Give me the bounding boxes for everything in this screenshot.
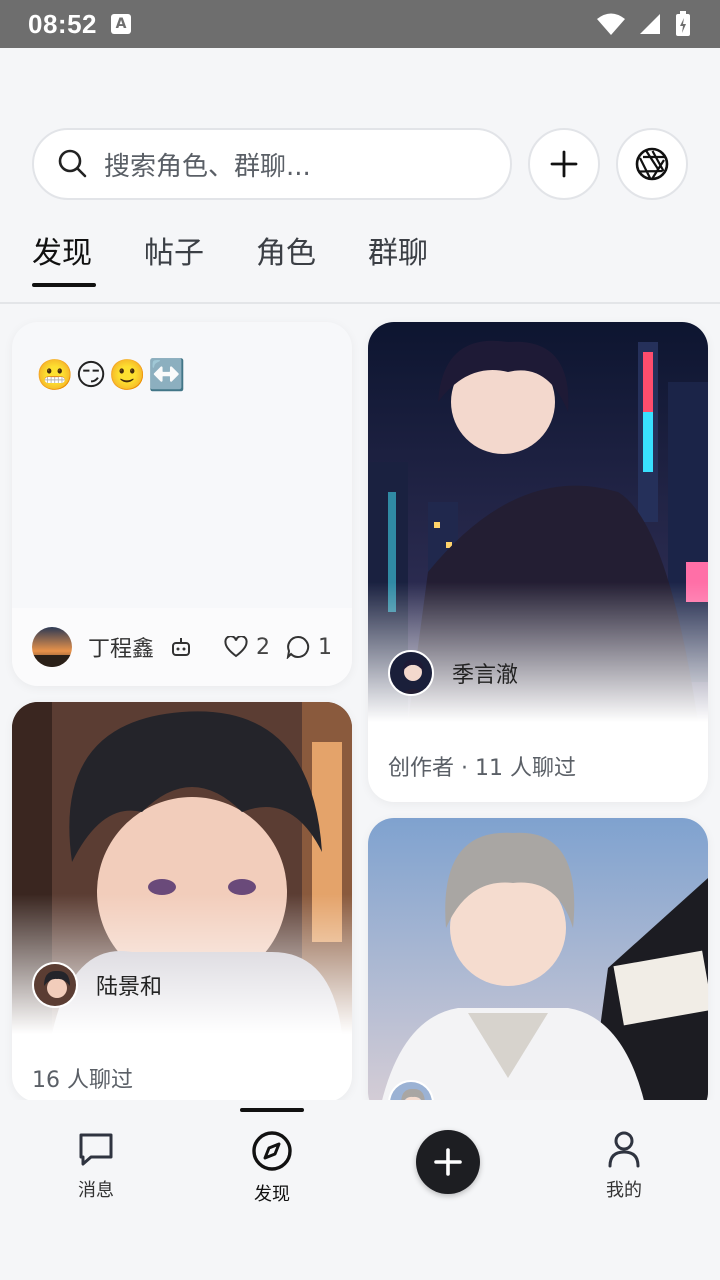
nav-profile-label: 我的 <box>606 1180 642 1201</box>
active-tab-indicator <box>32 283 96 287</box>
search-input[interactable]: 搜索角色、群聊... <box>32 128 512 200</box>
like-button[interactable]: 2 <box>224 635 270 660</box>
active-nav-indicator <box>240 1108 304 1112</box>
avatar <box>32 962 78 1008</box>
character-meta: 创作者 · 11 人聊过 <box>388 756 576 781</box>
nav-profile[interactable]: 我的 <box>574 1130 674 1202</box>
emoji-smile: 🙂 <box>108 358 146 393</box>
avatar <box>388 650 434 696</box>
nav-discover-label: 发现 <box>254 1184 290 1205</box>
post-emoji-content: 😬 😏 🙂 ↔️ <box>36 358 185 393</box>
keyboard-a-icon: A <box>111 14 131 34</box>
battery-charging-icon <box>676 11 690 36</box>
tab-group-chats[interactable]: 群聊 <box>368 228 428 272</box>
plus-icon <box>434 1148 462 1176</box>
nav-discover[interactable]: 发现 <box>222 1130 322 1206</box>
nav-messages-label: 消息 <box>78 1180 114 1201</box>
chat-bubble-icon <box>79 1133 113 1166</box>
user-icon <box>608 1131 640 1168</box>
tab-discover[interactable]: 发现 <box>32 228 92 272</box>
cell-signal-icon <box>640 14 660 34</box>
emoji-smirk: 😏 <box>75 358 107 393</box>
status-bar: 08:52 A <box>0 0 720 48</box>
post-footer: 丁程鑫 2 1 <box>12 608 352 686</box>
compass-icon <box>252 1131 292 1171</box>
emoji-grimace: 😬 <box>36 358 74 393</box>
category-tabs: 发现 帖子 角色 群聊 <box>0 220 720 304</box>
bottom-navigation: 消息 发现 我的 <box>0 1100 720 1280</box>
tab-posts[interactable]: 帖子 <box>144 228 204 272</box>
character-meta: 16 人聊过 <box>32 1068 133 1093</box>
search-icon <box>58 149 87 178</box>
comment-icon <box>286 635 310 659</box>
character-card[interactable]: 季言澈 创作者 · 11 人聊过 <box>368 322 708 802</box>
bot-icon <box>172 638 191 656</box>
post-card[interactable]: 😬 😏 🙂 ↔️ 丁程鑫 2 1 <box>12 322 352 686</box>
wifi-icon <box>597 13 625 35</box>
heart-icon <box>224 636 248 658</box>
character-name: 陆景和 <box>96 975 163 1000</box>
like-count: 2 <box>256 634 270 660</box>
search-placeholder: 搜索角色、群聊... <box>104 151 311 182</box>
tab-characters[interactable]: 角色 <box>256 228 316 272</box>
character-card[interactable] <box>368 818 708 1118</box>
add-button[interactable] <box>528 128 600 200</box>
character-info: 陆景和 <box>32 962 162 1008</box>
status-icons <box>596 10 692 38</box>
character-portrait <box>368 818 708 1118</box>
comment-count: 1 <box>318 634 332 660</box>
character-card[interactable]: 陆景和 16 人聊过 <box>12 702 352 1102</box>
nav-messages[interactable]: 消息 <box>46 1130 146 1202</box>
avatar[interactable] <box>32 627 72 667</box>
post-author-name[interactable]: 丁程鑫 <box>88 631 154 663</box>
status-time: 08:52 <box>28 8 97 39</box>
character-info: 季言澈 <box>388 650 518 696</box>
camera-button[interactable] <box>616 128 688 200</box>
create-button[interactable] <box>416 1130 480 1194</box>
aperture-icon <box>635 147 669 181</box>
emoji-arrows: ↔️ <box>148 358 186 393</box>
character-name: 季言澈 <box>452 663 519 688</box>
plus-icon <box>550 150 578 178</box>
comment-button[interactable]: 1 <box>286 635 332 660</box>
